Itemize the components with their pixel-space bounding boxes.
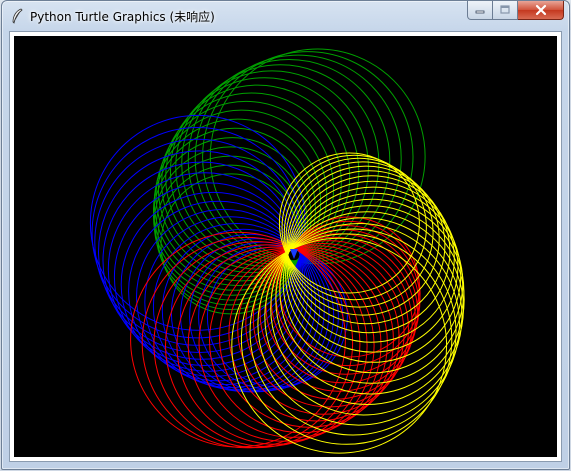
- maximize-button[interactable]: [493, 1, 518, 20]
- window-title: Python Turtle Graphics (未响应): [30, 10, 215, 24]
- minimize-button[interactable]: [467, 1, 493, 20]
- close-icon: [535, 4, 546, 16]
- petal: [231, 152, 465, 454]
- minimize-icon: [475, 10, 485, 14]
- close-button[interactable]: [518, 1, 564, 20]
- feather-icon: [12, 8, 23, 24]
- turtle-window: Python Turtle Graphics (未响应): [1, 0, 570, 470]
- turtle-canvas[interactable]: [14, 36, 557, 457]
- spiral-drawing: [14, 36, 557, 457]
- title-bar[interactable]: Python Turtle Graphics (未响应): [2, 1, 569, 31]
- client-area: [9, 31, 562, 462]
- maximize-icon: [500, 5, 510, 14]
- turtle-cursor-icon: [290, 249, 298, 259]
- window-controls: [467, 1, 564, 21]
